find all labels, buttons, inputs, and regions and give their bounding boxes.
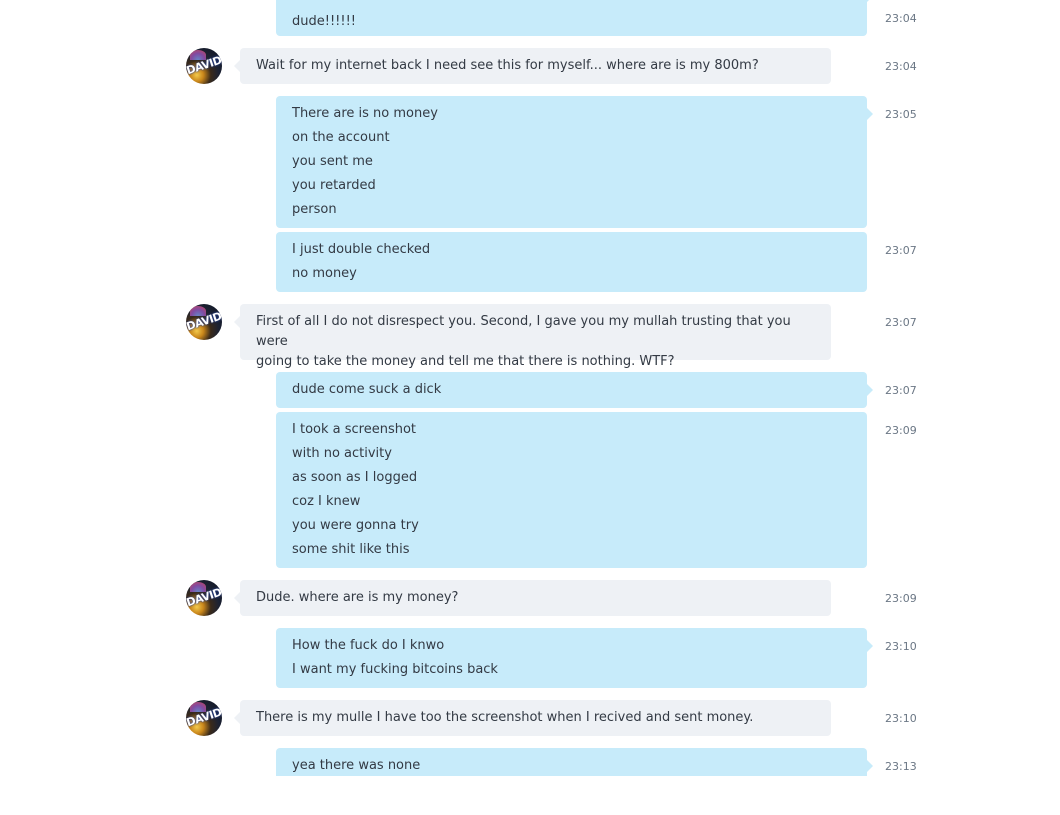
message-outgoing[interactable]: yea there was none bbox=[276, 748, 873, 776]
message-timestamp: 23:13 bbox=[885, 760, 917, 773]
bubble-tail bbox=[867, 760, 873, 772]
message-line: yea there was none bbox=[292, 758, 421, 773]
chat-conversation: dude!!!!!! 23:04 DAVID Wait for my inter… bbox=[0, 0, 1060, 815]
message-viewport-clip: yea there was none bbox=[0, 0, 1060, 776]
